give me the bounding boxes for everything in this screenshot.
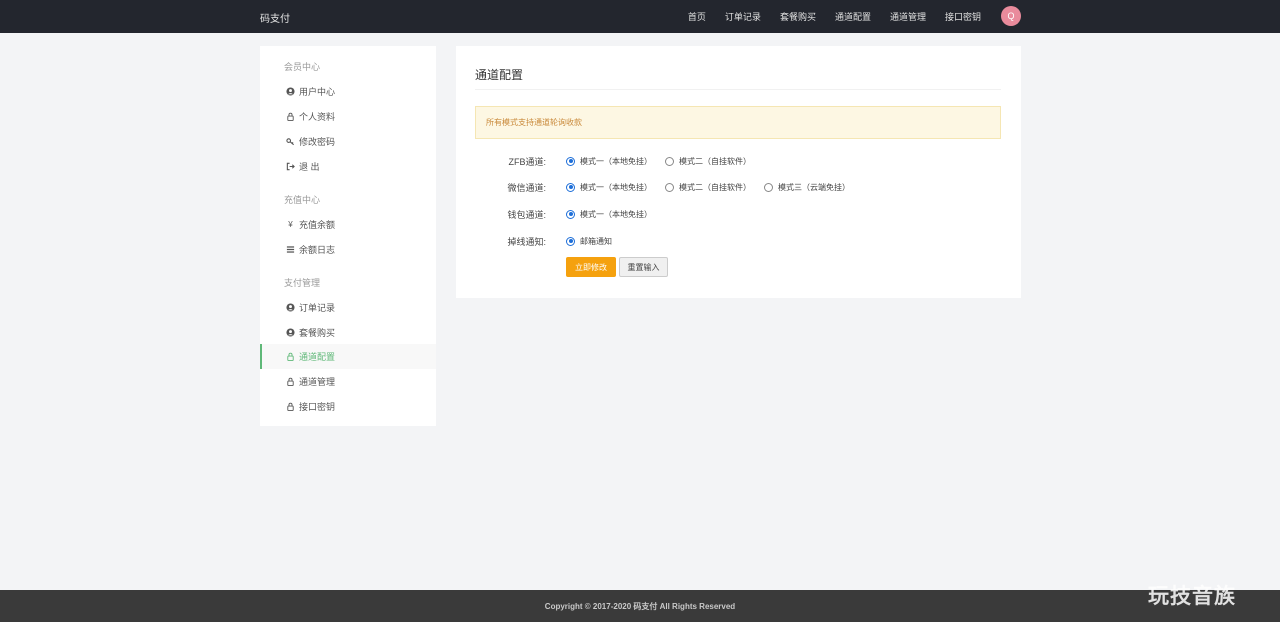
radio-wechat-mode3[interactable]: 模式三（云端免挂） [764, 182, 850, 193]
nav-home[interactable]: 首页 [688, 10, 706, 23]
sidebar: 会员中心 用户中心 个人资料 修改密码 退 出 充值中心 ¥ 充值余额 余额日志… [260, 46, 436, 426]
form-row-zfb: ZFB通道: 模式一（本地免挂） 模式二（自挂软件） [475, 154, 764, 168]
form-row-wallet: 钱包通道: 模式一（本地免挂） [475, 207, 665, 221]
radio-email-notify[interactable]: 邮箱通知 [566, 236, 612, 247]
radio-checked-icon [566, 209, 575, 219]
lock-icon [286, 377, 295, 386]
yen-icon: ¥ [288, 220, 293, 229]
radio-label: 模式一（本地免挂） [580, 182, 652, 192]
sidebar-item-change-password[interactable]: 修改密码 [260, 129, 436, 154]
copyright-text: Copyright © 2017-2020 码支付 All Rights Res… [544, 602, 736, 611]
radio-checked-icon [566, 156, 575, 166]
form-row-offline-notify: 掉线通知: 邮箱通知 [475, 234, 625, 248]
sign-out-icon [286, 162, 295, 171]
radio-label: 模式一（本地免挂） [580, 156, 652, 166]
user-circle-icon [286, 87, 295, 96]
form-row-wechat: 微信通道: 模式一（本地免挂） 模式二（自挂软件） 模式三（云端免挂） [475, 180, 863, 194]
user-circle-icon [286, 328, 295, 337]
submit-button[interactable]: 立即修改 [566, 257, 616, 277]
key-icon [286, 137, 295, 146]
user-circle-icon [286, 303, 295, 312]
radio-label: 模式三（云端免挂） [778, 182, 850, 192]
nav-orders[interactable]: 订单记录 [725, 10, 761, 23]
radio-label: 模式二（自挂软件） [679, 156, 751, 166]
list-icon [286, 245, 295, 254]
top-navbar: 码支付 首页 订单记录 套餐购买 通道配置 通道管理 接口密钥 Q [0, 0, 1280, 33]
form-label: 微信通道: [507, 182, 546, 193]
top-nav: 首页 订单记录 套餐购买 通道配置 通道管理 接口密钥 [669, 10, 981, 23]
radio-label: 邮箱通知 [580, 236, 612, 246]
nav-channel-config[interactable]: 通道配置 [835, 10, 871, 23]
sidebar-item-logout[interactable]: 退 出 [260, 154, 436, 179]
radio-wechat-mode1[interactable]: 模式一（本地免挂） [566, 182, 652, 193]
radio-checked-icon [566, 182, 575, 192]
page-title: 通道配置 [475, 68, 524, 82]
radio-unchecked-icon [764, 182, 773, 192]
radio-label: 模式一（本地免挂） [580, 209, 652, 219]
watermark-logo: 玩技音族 [1148, 585, 1236, 608]
sidebar-group-title: 支付管理 [284, 278, 321, 288]
sidebar-item-profile[interactable]: 个人资料 [260, 104, 436, 129]
radio-unchecked-icon [665, 182, 674, 192]
sidebar-item-label: 个人资料 [299, 112, 336, 122]
sidebar-item-label: 接口密钥 [299, 402, 336, 412]
nav-api-key[interactable]: 接口密钥 [945, 10, 981, 23]
radio-checked-icon [566, 236, 575, 246]
avatar[interactable]: Q [1001, 6, 1021, 26]
form-label: 掉线通知: [507, 236, 546, 247]
sidebar-group-title: 会员中心 [284, 62, 321, 72]
sidebar-item-channel-config[interactable]: 通道配置 [260, 344, 436, 369]
sidebar-item-user-center[interactable]: 用户中心 [260, 79, 436, 104]
sidebar-item-label: 套餐购买 [299, 328, 336, 338]
radio-zfb-mode2[interactable]: 模式二（自挂软件） [665, 156, 751, 167]
radio-unchecked-icon [665, 156, 674, 166]
sidebar-item-label: 通道管理 [299, 377, 336, 387]
radio-wallet-mode1[interactable]: 模式一（本地免挂） [566, 209, 652, 220]
title-divider [475, 89, 1001, 90]
notice-banner: 所有模式支持通道轮询收款 [475, 106, 1001, 139]
sidebar-item-label: 用户中心 [299, 87, 336, 97]
form-label: 钱包通道: [507, 209, 546, 220]
reset-button[interactable]: 重置输入 [619, 257, 668, 277]
sidebar-item-packages[interactable]: 套餐购买 [260, 320, 436, 345]
brand-logo[interactable]: 码支付 [260, 10, 290, 25]
lock-icon [286, 402, 295, 411]
sidebar-item-label: 修改密码 [299, 137, 336, 147]
sidebar-item-label: 通道配置 [299, 352, 336, 362]
main-panel: 通道配置 所有模式支持通道轮询收款 ZFB通道: 模式一（本地免挂） 模式二（自… [456, 46, 1021, 298]
sidebar-item-recharge[interactable]: ¥ 充值余额 [260, 212, 436, 237]
sidebar-item-label: 余额日志 [299, 245, 336, 255]
lock-icon [286, 112, 295, 121]
nav-packages[interactable]: 套餐购买 [780, 10, 816, 23]
nav-channel-manage[interactable]: 通道管理 [890, 10, 926, 23]
lock-icon [286, 352, 295, 361]
sidebar-item-orders[interactable]: 订单记录 [260, 295, 436, 320]
sidebar-item-label: 退 出 [299, 162, 320, 172]
sidebar-group-title: 充值中心 [284, 195, 321, 205]
radio-wechat-mode2[interactable]: 模式二（自挂软件） [665, 182, 751, 193]
sidebar-item-label: 充值余额 [299, 220, 336, 230]
radio-zfb-mode1[interactable]: 模式一（本地免挂） [566, 156, 652, 167]
footer: Copyright © 2017-2020 码支付 All Rights Res… [0, 590, 1280, 622]
form-actions: 立即修改 重置输入 [566, 257, 668, 277]
form-label: ZFB通道: [508, 156, 547, 167]
sidebar-item-channel-manage[interactable]: 通道管理 [260, 369, 436, 394]
sidebar-item-balance-log[interactable]: 余额日志 [260, 237, 436, 262]
radio-label: 模式二（自挂软件） [679, 182, 751, 192]
sidebar-item-api-key[interactable]: 接口密钥 [260, 394, 436, 419]
sidebar-item-label: 订单记录 [299, 303, 336, 313]
